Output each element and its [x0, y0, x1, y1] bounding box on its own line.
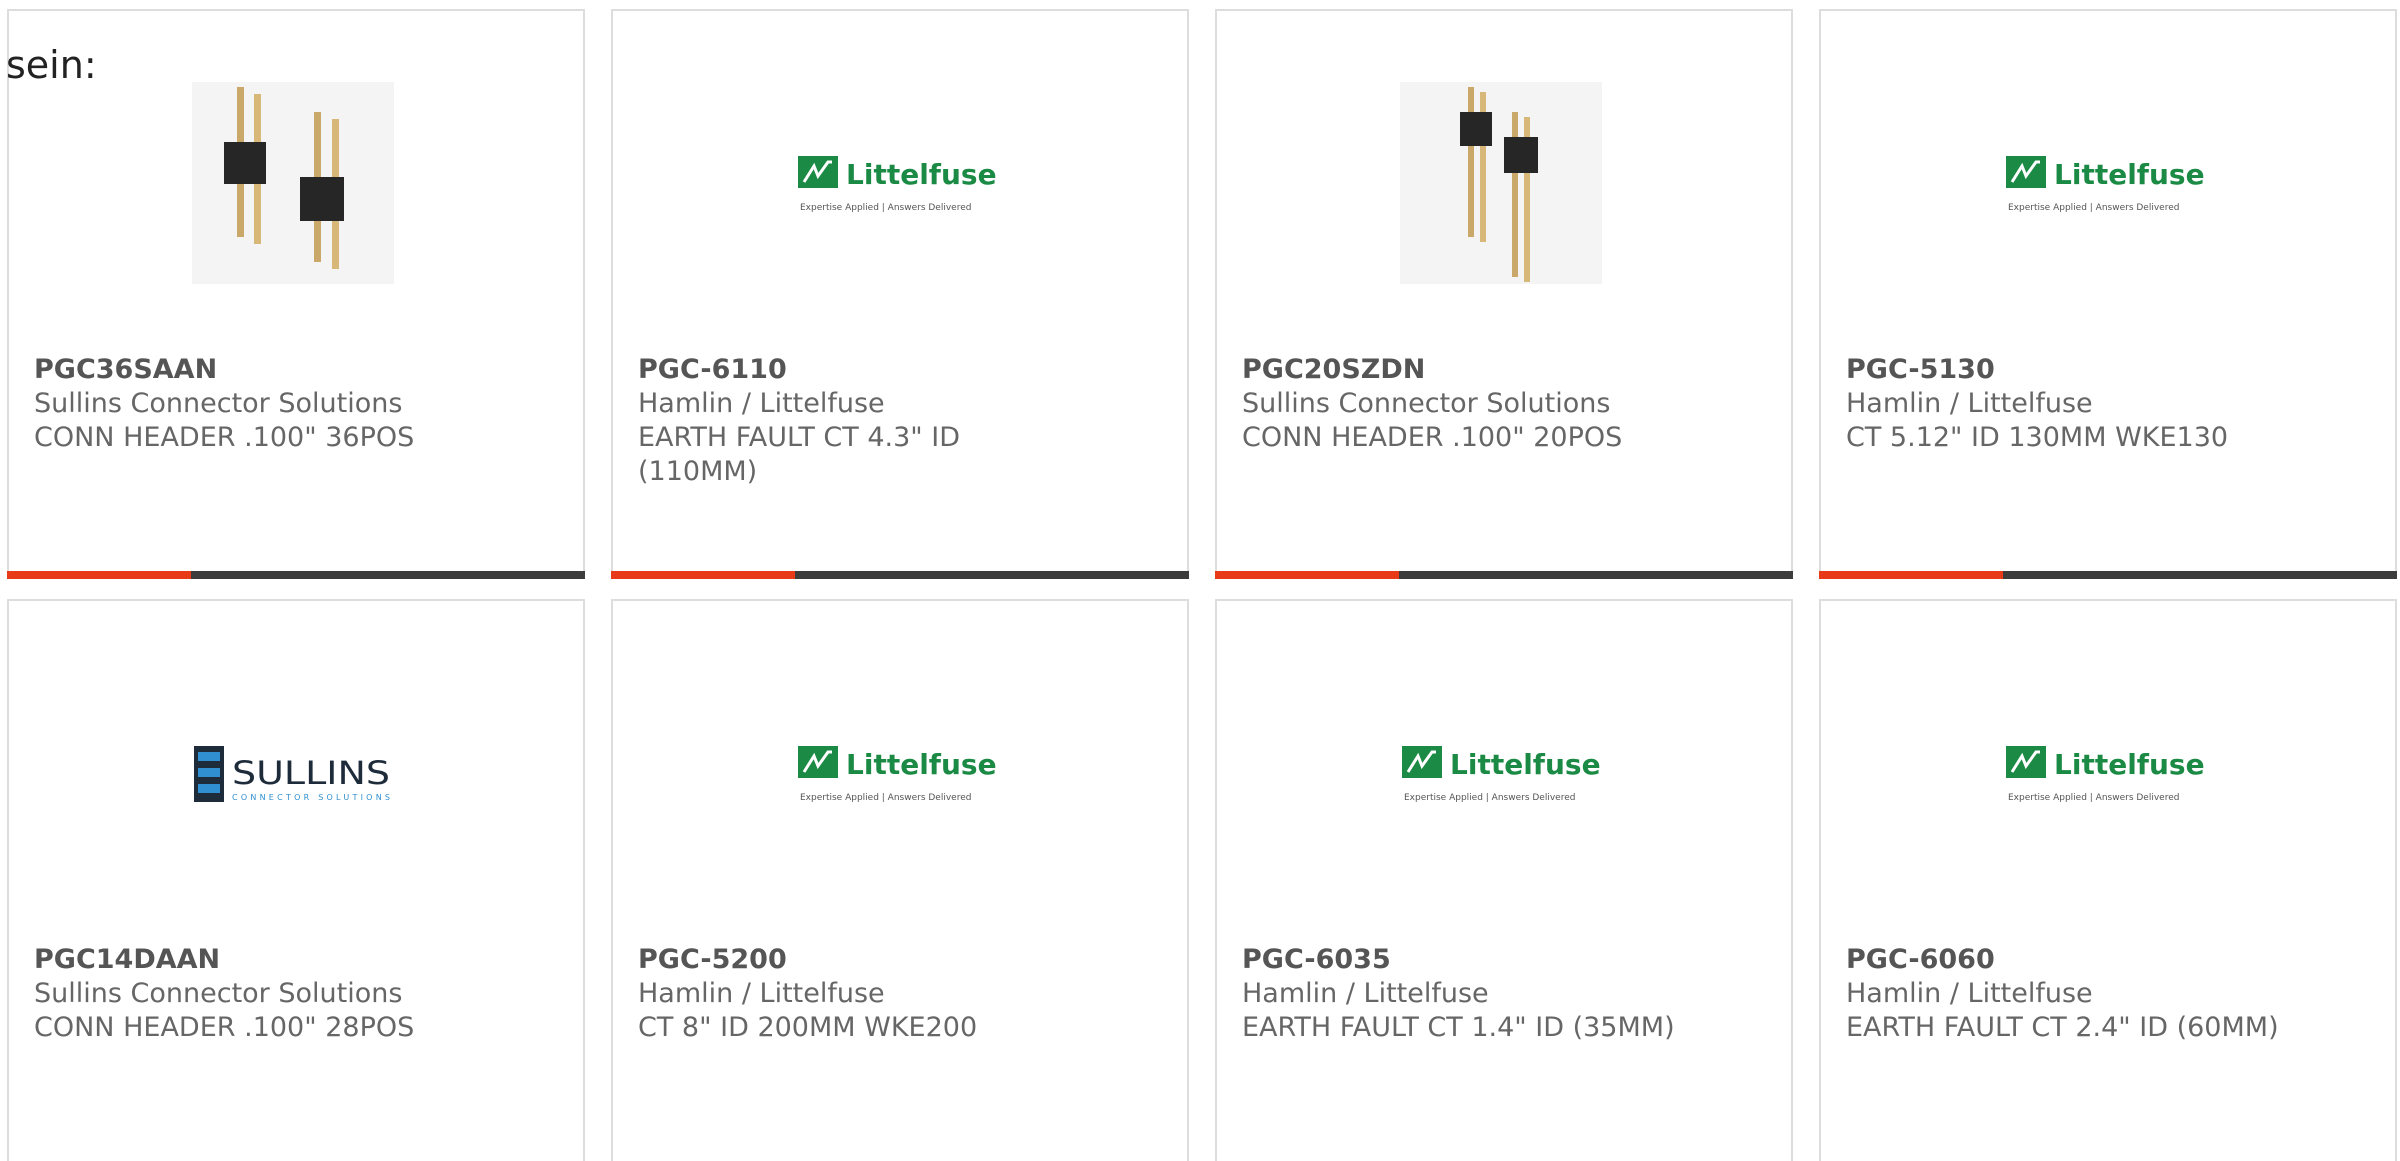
product-card[interactable]: Littelfuse Expertise Applied | Answers D… [611, 599, 1189, 1161]
littelfuse-logo-icon: Littelfuse Expertise Applied | Answers D… [2006, 156, 2205, 213]
product-card[interactable]: Littelfuse Expertise Applied | Answers D… [1819, 9, 2397, 579]
logo-tagline: Expertise Applied | Answers Delivered [800, 203, 971, 213]
product-description: CONN HEADER .100" 36POS [34, 422, 415, 453]
card-accent-bar [1819, 571, 2003, 579]
manufacturer-name: Hamlin / Littelfuse [638, 978, 885, 1009]
logo-wordmark: Littelfuse [846, 748, 997, 781]
product-description: CT 8" ID 200MM WKE200 [638, 1012, 978, 1043]
logo-tagline: CONNECTOR SOLUTIONS [232, 793, 390, 802]
product-image[interactable]: Littelfuse Expertise Applied | Answers D… [796, 672, 998, 874]
part-number-link[interactable]: PGC-6110 [638, 353, 1078, 387]
part-number-link[interactable]: PGC14DAAN [34, 943, 474, 977]
product-description: CONN HEADER .100" 28POS [34, 1012, 415, 1043]
littelfuse-logo-icon: Littelfuse Expertise Applied | Answers D… [1402, 746, 1601, 803]
product-card[interactable]: PGC36SAAN Sullins Connector Solutions CO… [7, 9, 585, 579]
product-card[interactable]: Littelfuse Expertise Applied | Answers D… [1819, 599, 2397, 1161]
manufacturer-name: Sullins Connector Solutions [34, 978, 403, 1009]
card-accent-bar [7, 571, 191, 579]
product-image[interactable] [1400, 82, 1602, 284]
manufacturer-name: Sullins Connector Solutions [1242, 388, 1611, 419]
sullins-logo-icon: SULLINS CONNECTOR SOLUTIONS [194, 746, 390, 802]
product-image[interactable]: SULLINS CONNECTOR SOLUTIONS [192, 672, 394, 874]
card-accent-bar [611, 571, 795, 579]
part-number-link[interactable]: PGC-6035 [1242, 943, 1682, 977]
pin-header-photo-icon [1400, 82, 1602, 284]
product-description: EARTH FAULT CT 4.3" ID (110MM) [638, 422, 961, 487]
littelfuse-logo-icon: Littelfuse Expertise Applied | Answers D… [798, 746, 997, 803]
part-number-link[interactable]: PGC-5130 [1846, 353, 2286, 387]
product-description: EARTH FAULT CT 1.4" ID (35MM) [1242, 1012, 1675, 1043]
logo-tagline: Expertise Applied | Answers Delivered [1404, 793, 1575, 803]
manufacturer-name: Hamlin / Littelfuse [1242, 978, 1489, 1009]
littelfuse-logo-icon: Littelfuse Expertise Applied | Answers D… [798, 156, 997, 213]
product-card[interactable]: Littelfuse Expertise Applied | Answers D… [1215, 599, 1793, 1161]
product-card[interactable]: Littelfuse Expertise Applied | Answers D… [611, 9, 1189, 579]
product-description: CT 5.12" ID 130MM WKE130 [1846, 422, 2229, 453]
product-image[interactable] [192, 82, 394, 284]
product-description: CONN HEADER .100" 20POS [1242, 422, 1623, 453]
product-card[interactable]: PGC20SZDN Sullins Connector Solutions CO… [1215, 9, 1793, 579]
card-footer-bar [1215, 571, 1793, 579]
logo-tagline: Expertise Applied | Answers Delivered [2008, 203, 2179, 213]
part-number-link[interactable]: PGC-6060 [1846, 943, 2286, 977]
card-footer-bar [1819, 571, 2397, 579]
part-number-link[interactable]: PGC20SZDN [1242, 353, 1682, 387]
product-image[interactable]: Littelfuse Expertise Applied | Answers D… [1400, 672, 1602, 874]
logo-wordmark: Littelfuse [846, 158, 997, 191]
part-number-link[interactable]: PGC-5200 [638, 943, 1078, 977]
pin-header-photo-icon [192, 82, 394, 284]
logo-wordmark: Littelfuse [1450, 748, 1601, 781]
product-description: EARTH FAULT CT 2.4" ID (60MM) [1846, 1012, 2279, 1043]
manufacturer-name: Sullins Connector Solutions [34, 388, 403, 419]
manufacturer-name: Hamlin / Littelfuse [638, 388, 885, 419]
littelfuse-logo-icon: Littelfuse Expertise Applied | Answers D… [2006, 746, 2205, 803]
manufacturer-name: Hamlin / Littelfuse [1846, 388, 2093, 419]
card-footer-bar [611, 571, 1189, 579]
product-image[interactable]: Littelfuse Expertise Applied | Answers D… [2004, 672, 2206, 874]
intro-text: sein: [6, 43, 97, 87]
card-footer-bar [7, 571, 585, 579]
logo-tagline: Expertise Applied | Answers Delivered [800, 793, 971, 803]
logo-wordmark: Littelfuse [2054, 748, 2205, 781]
part-number-link[interactable]: PGC36SAAN [34, 353, 474, 387]
logo-wordmark: Littelfuse [2054, 158, 2205, 191]
logo-wordmark: SULLINS [232, 754, 390, 792]
product-image[interactable]: Littelfuse Expertise Applied | Answers D… [2004, 82, 2206, 284]
product-card[interactable]: SULLINS CONNECTOR SOLUTIONS PGC14DAAN Su… [7, 599, 585, 1161]
manufacturer-name: Hamlin / Littelfuse [1846, 978, 2093, 1009]
logo-tagline: Expertise Applied | Answers Delivered [2008, 793, 2179, 803]
product-image[interactable]: Littelfuse Expertise Applied | Answers D… [796, 82, 998, 284]
card-accent-bar [1215, 571, 1399, 579]
